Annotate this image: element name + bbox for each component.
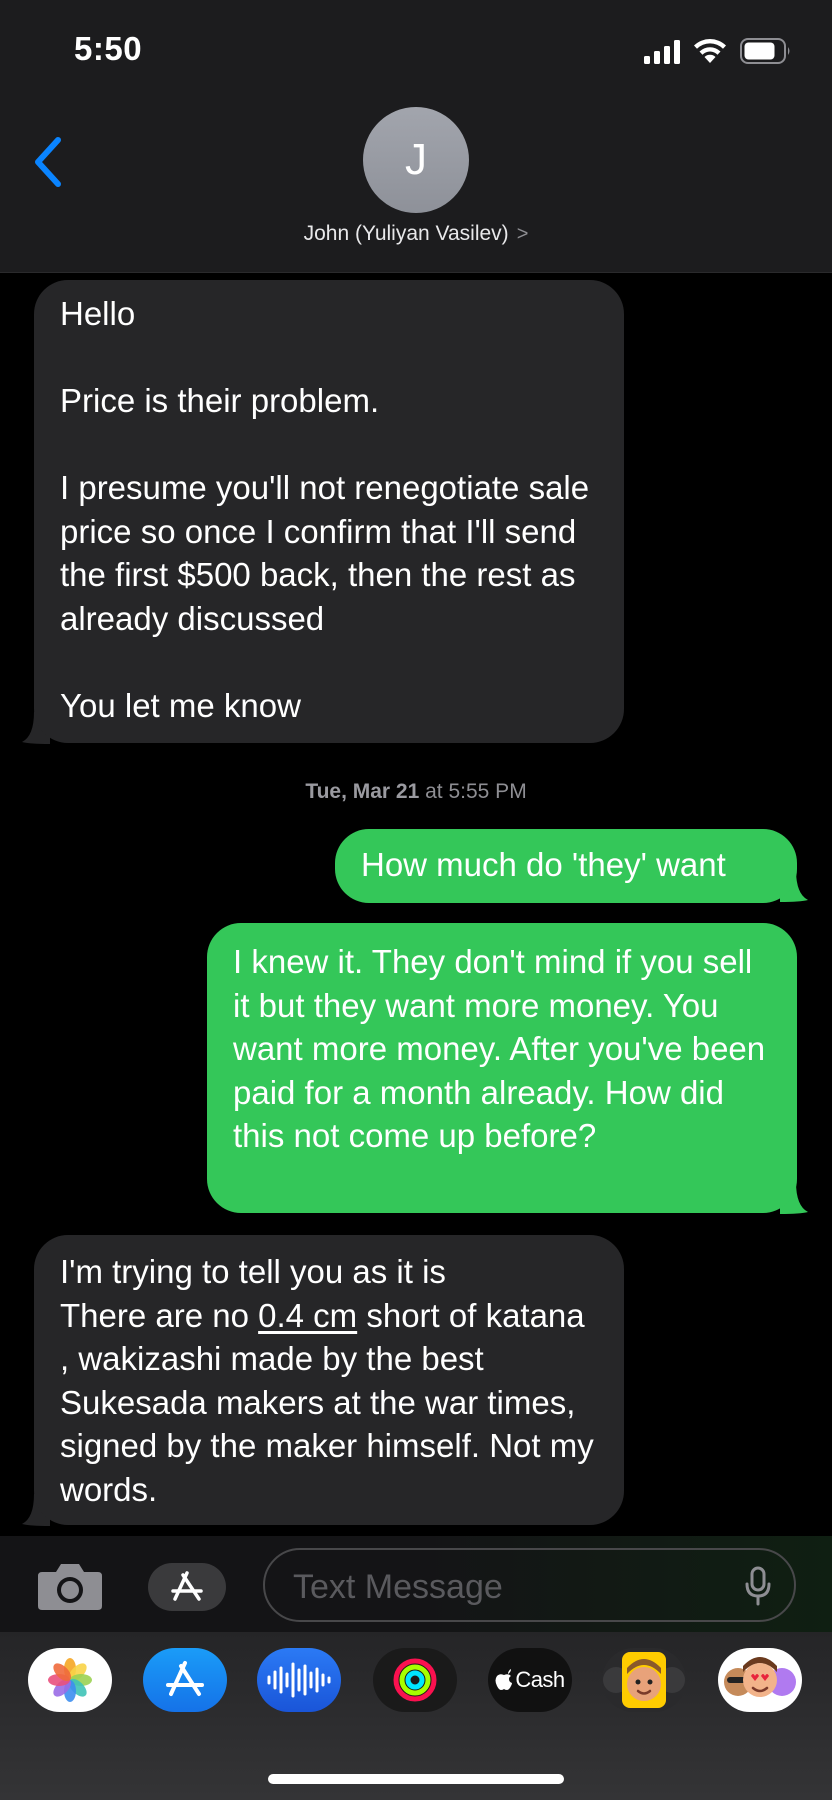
contact-name[interactable]: John (Yuliyan Vasilev) <box>304 222 509 245</box>
timestamp-time: at 5:55 PM <box>419 780 527 803</box>
memoji-stickers-app[interactable] <box>718 1648 802 1712</box>
incoming-message[interactable]: Hello Price is their problem. I presume … <box>34 280 624 743</box>
status-time: 5:50 <box>74 30 143 67</box>
outgoing-message[interactable]: How much do 'they' want <box>335 829 797 903</box>
message-timestamp: Tue, Mar 21 at 5:55 PM <box>0 780 832 804</box>
app-store-button[interactable] <box>148 1563 226 1611</box>
activity-app[interactable] <box>373 1648 457 1712</box>
camera-icon[interactable] <box>36 1560 104 1612</box>
memoji-stickers-icon <box>724 1657 796 1697</box>
memoji-app[interactable] <box>602 1648 686 1712</box>
message-input-field[interactable] <box>263 1548 796 1622</box>
audio-waveform-icon <box>267 1662 331 1698</box>
apple-logo-icon <box>495 1669 513 1690</box>
photos-app[interactable] <box>28 1648 112 1712</box>
app-store-icon <box>166 1661 204 1696</box>
message-input[interactable] <box>291 1564 715 1610</box>
measurement-link[interactable]: 0.4 cm <box>258 1297 357 1334</box>
contact-name-row[interactable]: John (Yuliyan Vasilev) > <box>0 222 832 246</box>
cellular-signal-icon <box>644 40 680 64</box>
memoji-icon <box>603 1652 685 1708</box>
battery-icon <box>740 38 790 64</box>
home-indicator[interactable] <box>268 1774 564 1784</box>
back-chevron-icon[interactable] <box>30 134 70 190</box>
incoming-message[interactable]: I'm trying to tell you as it is There ar… <box>34 1235 624 1525</box>
contact-avatar[interactable]: J <box>363 107 469 213</box>
photos-icon <box>48 1658 92 1702</box>
apple-cash-app[interactable]: Cash <box>488 1648 572 1712</box>
wifi-icon <box>694 39 726 63</box>
outgoing-message[interactable]: I knew it. They don't mind if you sell i… <box>207 923 797 1213</box>
chevron-right-icon: > <box>516 223 529 245</box>
microphone-icon[interactable] <box>744 1566 772 1606</box>
compose-bar <box>0 1536 832 1632</box>
activity-rings-icon <box>393 1658 437 1702</box>
conversation-header: 5:50 J John (Yuliyan Vasilev) > <box>0 0 832 273</box>
apple-cash-label: Cash <box>515 1667 565 1692</box>
audio-message-app[interactable] <box>257 1648 341 1712</box>
app-store-icon <box>171 1571 203 1601</box>
timestamp-date: Tue, Mar 21 <box>305 780 420 803</box>
app-store-app[interactable] <box>143 1648 227 1712</box>
